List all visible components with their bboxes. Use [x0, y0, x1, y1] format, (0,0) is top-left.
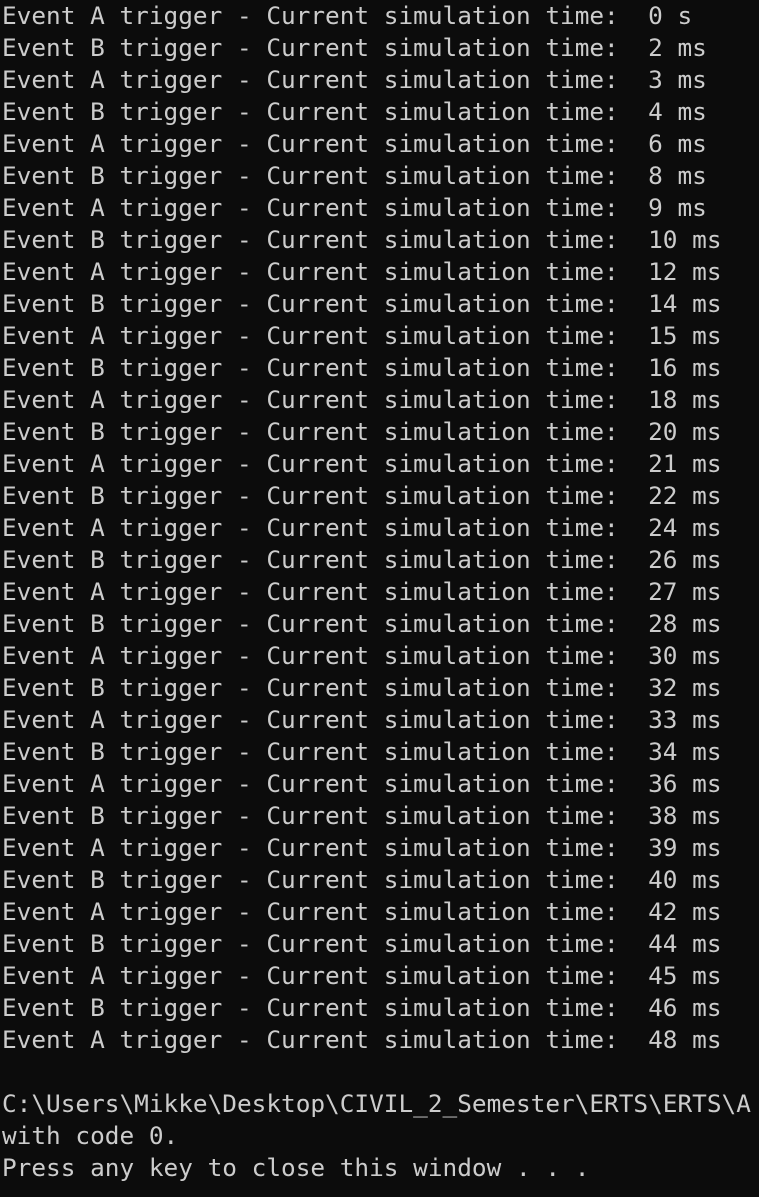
console-log-line: Event A trigger - Current simulation tim…	[2, 897, 722, 926]
console-log-line: Event B trigger - Current simulation tim…	[2, 737, 722, 766]
console-log-line: Event A trigger - Current simulation tim…	[2, 769, 722, 798]
console-log-line: Event B trigger - Current simulation tim…	[2, 353, 722, 382]
console-log-line: Event A trigger - Current simulation tim…	[2, 705, 722, 734]
console-log-line: Event A trigger - Current simulation tim…	[2, 577, 722, 606]
console-log-line: Event A trigger - Current simulation tim…	[2, 65, 707, 94]
console-log-line: Event B trigger - Current simulation tim…	[2, 609, 722, 638]
console-log-line: Event B trigger - Current simulation tim…	[2, 33, 707, 62]
console-log-line: Event B trigger - Current simulation tim…	[2, 545, 722, 574]
console-window[interactable]: Event A trigger - Current simulation tim…	[0, 0, 759, 1197]
console-log-line: Event A trigger - Current simulation tim…	[2, 833, 722, 862]
console-log-line: Event A trigger - Current simulation tim…	[2, 1, 693, 30]
console-log-line: Event A trigger - Current simulation tim…	[2, 321, 722, 350]
console-output-log: Event A trigger - Current simulation tim…	[0, 0, 759, 1056]
console-log-line: Event B trigger - Current simulation tim…	[2, 801, 722, 830]
console-log-line: Event A trigger - Current simulation tim…	[2, 385, 722, 414]
console-log-line: Event B trigger - Current simulation tim…	[2, 993, 722, 1022]
console-log-line: Event A trigger - Current simulation tim…	[2, 257, 722, 286]
console-log-line: Event A trigger - Current simulation tim…	[2, 513, 722, 542]
console-log-line: Event A trigger - Current simulation tim…	[2, 961, 722, 990]
console-log-line: Event A trigger - Current simulation tim…	[2, 193, 707, 222]
console-log-line: Event B trigger - Current simulation tim…	[2, 225, 722, 254]
exit-code-line: with code 0.	[2, 1121, 179, 1150]
console-log-line: Event B trigger - Current simulation tim…	[2, 161, 707, 190]
console-log-line: Event B trigger - Current simulation tim…	[2, 673, 722, 702]
console-log-line: Event A trigger - Current simulation tim…	[2, 1025, 722, 1054]
console-log-line: Event A trigger - Current simulation tim…	[2, 449, 722, 478]
console-log-line: Event A trigger - Current simulation tim…	[2, 129, 707, 158]
exit-path-line: C:\Users\Mikke\Desktop\CIVIL_2_Semester\…	[2, 1089, 751, 1118]
console-log-line: Event B trigger - Current simulation tim…	[2, 97, 707, 126]
console-log-line: Event B trigger - Current simulation tim…	[2, 481, 722, 510]
console-log-line: Event B trigger - Current simulation tim…	[2, 289, 722, 318]
console-log-line: Event B trigger - Current simulation tim…	[2, 417, 722, 446]
close-prompt-line: Press any key to close this window . . .	[2, 1153, 590, 1182]
console-log-line: Event B trigger - Current simulation tim…	[2, 929, 722, 958]
console-log-line: Event B trigger - Current simulation tim…	[2, 865, 722, 894]
console-log-line: Event A trigger - Current simulation tim…	[2, 641, 722, 670]
